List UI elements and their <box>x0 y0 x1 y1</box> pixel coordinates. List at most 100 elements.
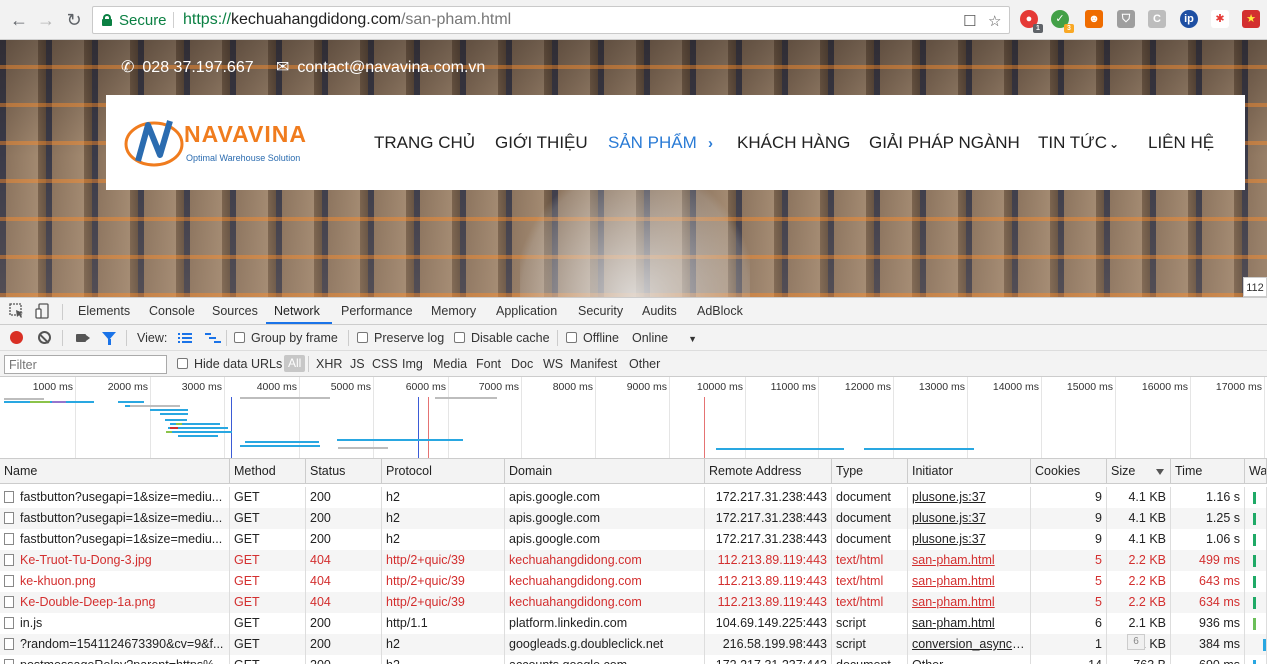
screenshot-camera-icon[interactable] <box>76 334 90 342</box>
menu-tin-tuc[interactable]: TIN TỨC <box>1038 133 1107 153</box>
cell-initiator[interactable]: san-pham.html <box>908 613 1031 634</box>
address-bar[interactable]: Secure https://kechuahangdidong.com/san-… <box>92 6 1010 34</box>
column-header-waterfall[interactable]: Wa <box>1245 459 1267 484</box>
offline-checkbox[interactable]: Offline <box>566 331 619 345</box>
cell-initiator[interactable]: Other <box>908 655 1031 664</box>
filter-type-ws[interactable]: WS <box>543 357 563 371</box>
contact-phone[interactable]: ✆ 028 37.197.667 <box>121 57 254 77</box>
tab-console[interactable]: Console <box>149 304 195 318</box>
bookmark-star-icon[interactable]: ☆ <box>988 12 1001 30</box>
chevron-down-icon[interactable]: ⌄ <box>1109 137 1119 151</box>
filter-type-doc[interactable]: Doc <box>511 357 533 371</box>
chevron-right-icon[interactable]: › <box>708 135 713 152</box>
menu-san-pham[interactable]: SẢN PHẨM <box>608 133 697 153</box>
tab-sources[interactable]: Sources <box>212 304 258 318</box>
cell-initiator[interactable]: conversion_async.j... <box>908 634 1031 655</box>
filter-type-css[interactable]: CSS <box>372 357 398 371</box>
table-row[interactable]: in.js GET 200 http/1.1 platform.linkedin.com… <box>0 613 1267 634</box>
tab-security[interactable]: Security <box>578 304 623 318</box>
menu-giai-phap-nganh[interactable]: GIẢI PHÁP NGÀNH <box>869 133 1020 153</box>
preserve-log-checkbox[interactable]: Preserve log <box>357 331 444 345</box>
cell-initiator[interactable]: san-pham.html <box>908 571 1031 592</box>
menu-gioi-thieu[interactable]: GIỚI THIỆU <box>495 133 588 153</box>
table-row[interactable]: fastbutton?usegapi=1&size=mediu... GET 200… <box>0 487 1267 508</box>
filter-type-media[interactable]: Media <box>433 357 467 371</box>
tab-network[interactable]: Network <box>274 304 320 318</box>
file-icon <box>4 596 14 608</box>
overview-tick-label: 9000 ms <box>626 381 667 393</box>
tab-audits[interactable]: Audits <box>642 304 677 318</box>
extension-joomla-icon[interactable]: ✱ <box>1211 10 1229 28</box>
filter-type-img[interactable]: Img <box>402 357 423 371</box>
cell-initiator[interactable]: plusone.js:37 <box>908 529 1031 550</box>
table-row[interactable]: ke-khuon.png GET 404 http/2+quic/39 kechuaha… <box>0 571 1267 592</box>
navavina-logo[interactable]: NAVAVINA Optimal Warehouse Solution <box>124 115 314 170</box>
cell-type: document <box>832 655 908 664</box>
column-header-domain[interactable]: Domain <box>505 459 705 484</box>
device-toolbar-icon[interactable] <box>35 303 51 319</box>
column-header-size[interactable]: Size <box>1107 459 1171 484</box>
tab-adblock[interactable]: AdBlock <box>697 304 743 318</box>
filter-funnel-icon[interactable] <box>102 332 116 345</box>
menu-trang-chu[interactable]: TRANG CHỦ <box>374 133 475 153</box>
throttling-select[interactable]: Online ▼ <box>632 331 697 345</box>
record-icon[interactable] <box>10 331 23 344</box>
tab-application[interactable]: Application <box>496 304 557 318</box>
back-arrow-icon[interactable]: ← <box>8 9 30 31</box>
table-row[interactable]: postmessageRelay?parent=https%... GET200h… <box>0 655 1267 664</box>
extension-flag-icon[interactable]: ★ <box>1242 10 1260 28</box>
phone-number: 028 37.197.667 <box>142 59 254 76</box>
column-header-time[interactable]: Time <box>1171 459 1245 484</box>
cell-initiator[interactable]: san-pham.html <box>908 550 1031 571</box>
contact-email[interactable]: ✉ contact@navavina.com.vn <box>276 57 485 77</box>
tab-performance[interactable]: Performance <box>341 304 413 318</box>
network-overview-timeline[interactable]: 1000 ms 2000 ms 3000 ms 4000 ms 5000 ms 6000 … <box>0 377 1267 459</box>
disable-cache-checkbox[interactable]: Disable cache <box>454 331 550 345</box>
inspect-element-icon[interactable] <box>9 303 25 319</box>
extension-shield-icon[interactable]: ⛉ <box>1117 10 1135 28</box>
extension-lastpass-icon[interactable]: ● 1 <box>1020 10 1043 33</box>
menu-khach-hang[interactable]: KHÁCH HÀNG <box>737 133 850 153</box>
menu-lien-he[interactable]: LIÊN HỆ <box>1148 133 1214 153</box>
cell-initiator[interactable]: san-pham.html <box>908 592 1031 613</box>
hide-data-urls-checkbox[interactable]: Hide data URLs <box>177 357 282 371</box>
extension-c-icon[interactable]: C <box>1148 10 1166 28</box>
reload-icon[interactable]: ↻ <box>63 9 85 31</box>
extension-ip-icon[interactable]: ip <box>1180 10 1198 28</box>
column-header-initiator[interactable]: Initiator <box>908 459 1031 484</box>
large-rows-icon[interactable] <box>178 331 192 345</box>
tab-elements[interactable]: Elements <box>78 304 130 318</box>
column-header-protocol[interactable]: Protocol <box>382 459 505 484</box>
table-row[interactable]: fastbutton?usegapi=1&size=mediu... GET 200… <box>0 529 1267 550</box>
table-row[interactable]: fastbutton?usegapi=1&size=mediu... GET 200… <box>0 508 1267 529</box>
waterfall-overview-icon[interactable] <box>205 331 221 345</box>
checkbox-box <box>357 332 368 343</box>
table-row[interactable]: Ke-Truot-Tu-Dong-3.jpg GET 404 http/2+quic/… <box>0 550 1267 571</box>
column-header-remote-address[interactable]: Remote Address <box>705 459 832 484</box>
column-header-status[interactable]: Status <box>306 459 382 484</box>
group-by-frame-checkbox[interactable]: Group by frame <box>234 331 338 345</box>
cell-initiator[interactable]: plusone.js:37 <box>908 487 1031 508</box>
column-header-method[interactable]: Method <box>230 459 306 484</box>
forward-arrow-icon[interactable]: → <box>35 9 57 31</box>
url-text[interactable]: https://kechuahangdidong.com/san-pham.ht… <box>183 11 511 29</box>
table-row[interactable]: ?random=1541124673390&cv=9&f... GET 200 h2 g… <box>0 634 1267 655</box>
column-header-cookies[interactable]: Cookies <box>1031 459 1107 484</box>
tab-memory[interactable]: Memory <box>431 304 476 318</box>
file-icon <box>4 554 14 566</box>
filter-type-xhr[interactable]: XHR <box>316 357 342 371</box>
column-header-type[interactable]: Type <box>832 459 908 484</box>
extension-check-icon[interactable]: ✓ 3 <box>1051 10 1074 33</box>
filter-input[interactable] <box>4 355 167 374</box>
cell-initiator[interactable]: plusone.js:37 <box>908 508 1031 529</box>
filter-type-all[interactable]: All <box>284 355 306 372</box>
filter-type-font[interactable]: Font <box>476 357 501 371</box>
column-header-name[interactable]: Name <box>0 459 230 484</box>
blocked-content-icon[interactable]: ☐ <box>963 12 976 30</box>
filter-type-manifest[interactable]: Manifest <box>570 357 617 371</box>
extension-face-icon[interactable]: ☻ <box>1085 10 1103 28</box>
table-row[interactable]: Ke-Double-Deep-1a.png GET 404 http/2+quic/3… <box>0 592 1267 613</box>
filter-type-other[interactable]: Other <box>629 357 660 371</box>
clear-icon[interactable] <box>38 331 51 344</box>
filter-type-js[interactable]: JS <box>350 357 365 371</box>
